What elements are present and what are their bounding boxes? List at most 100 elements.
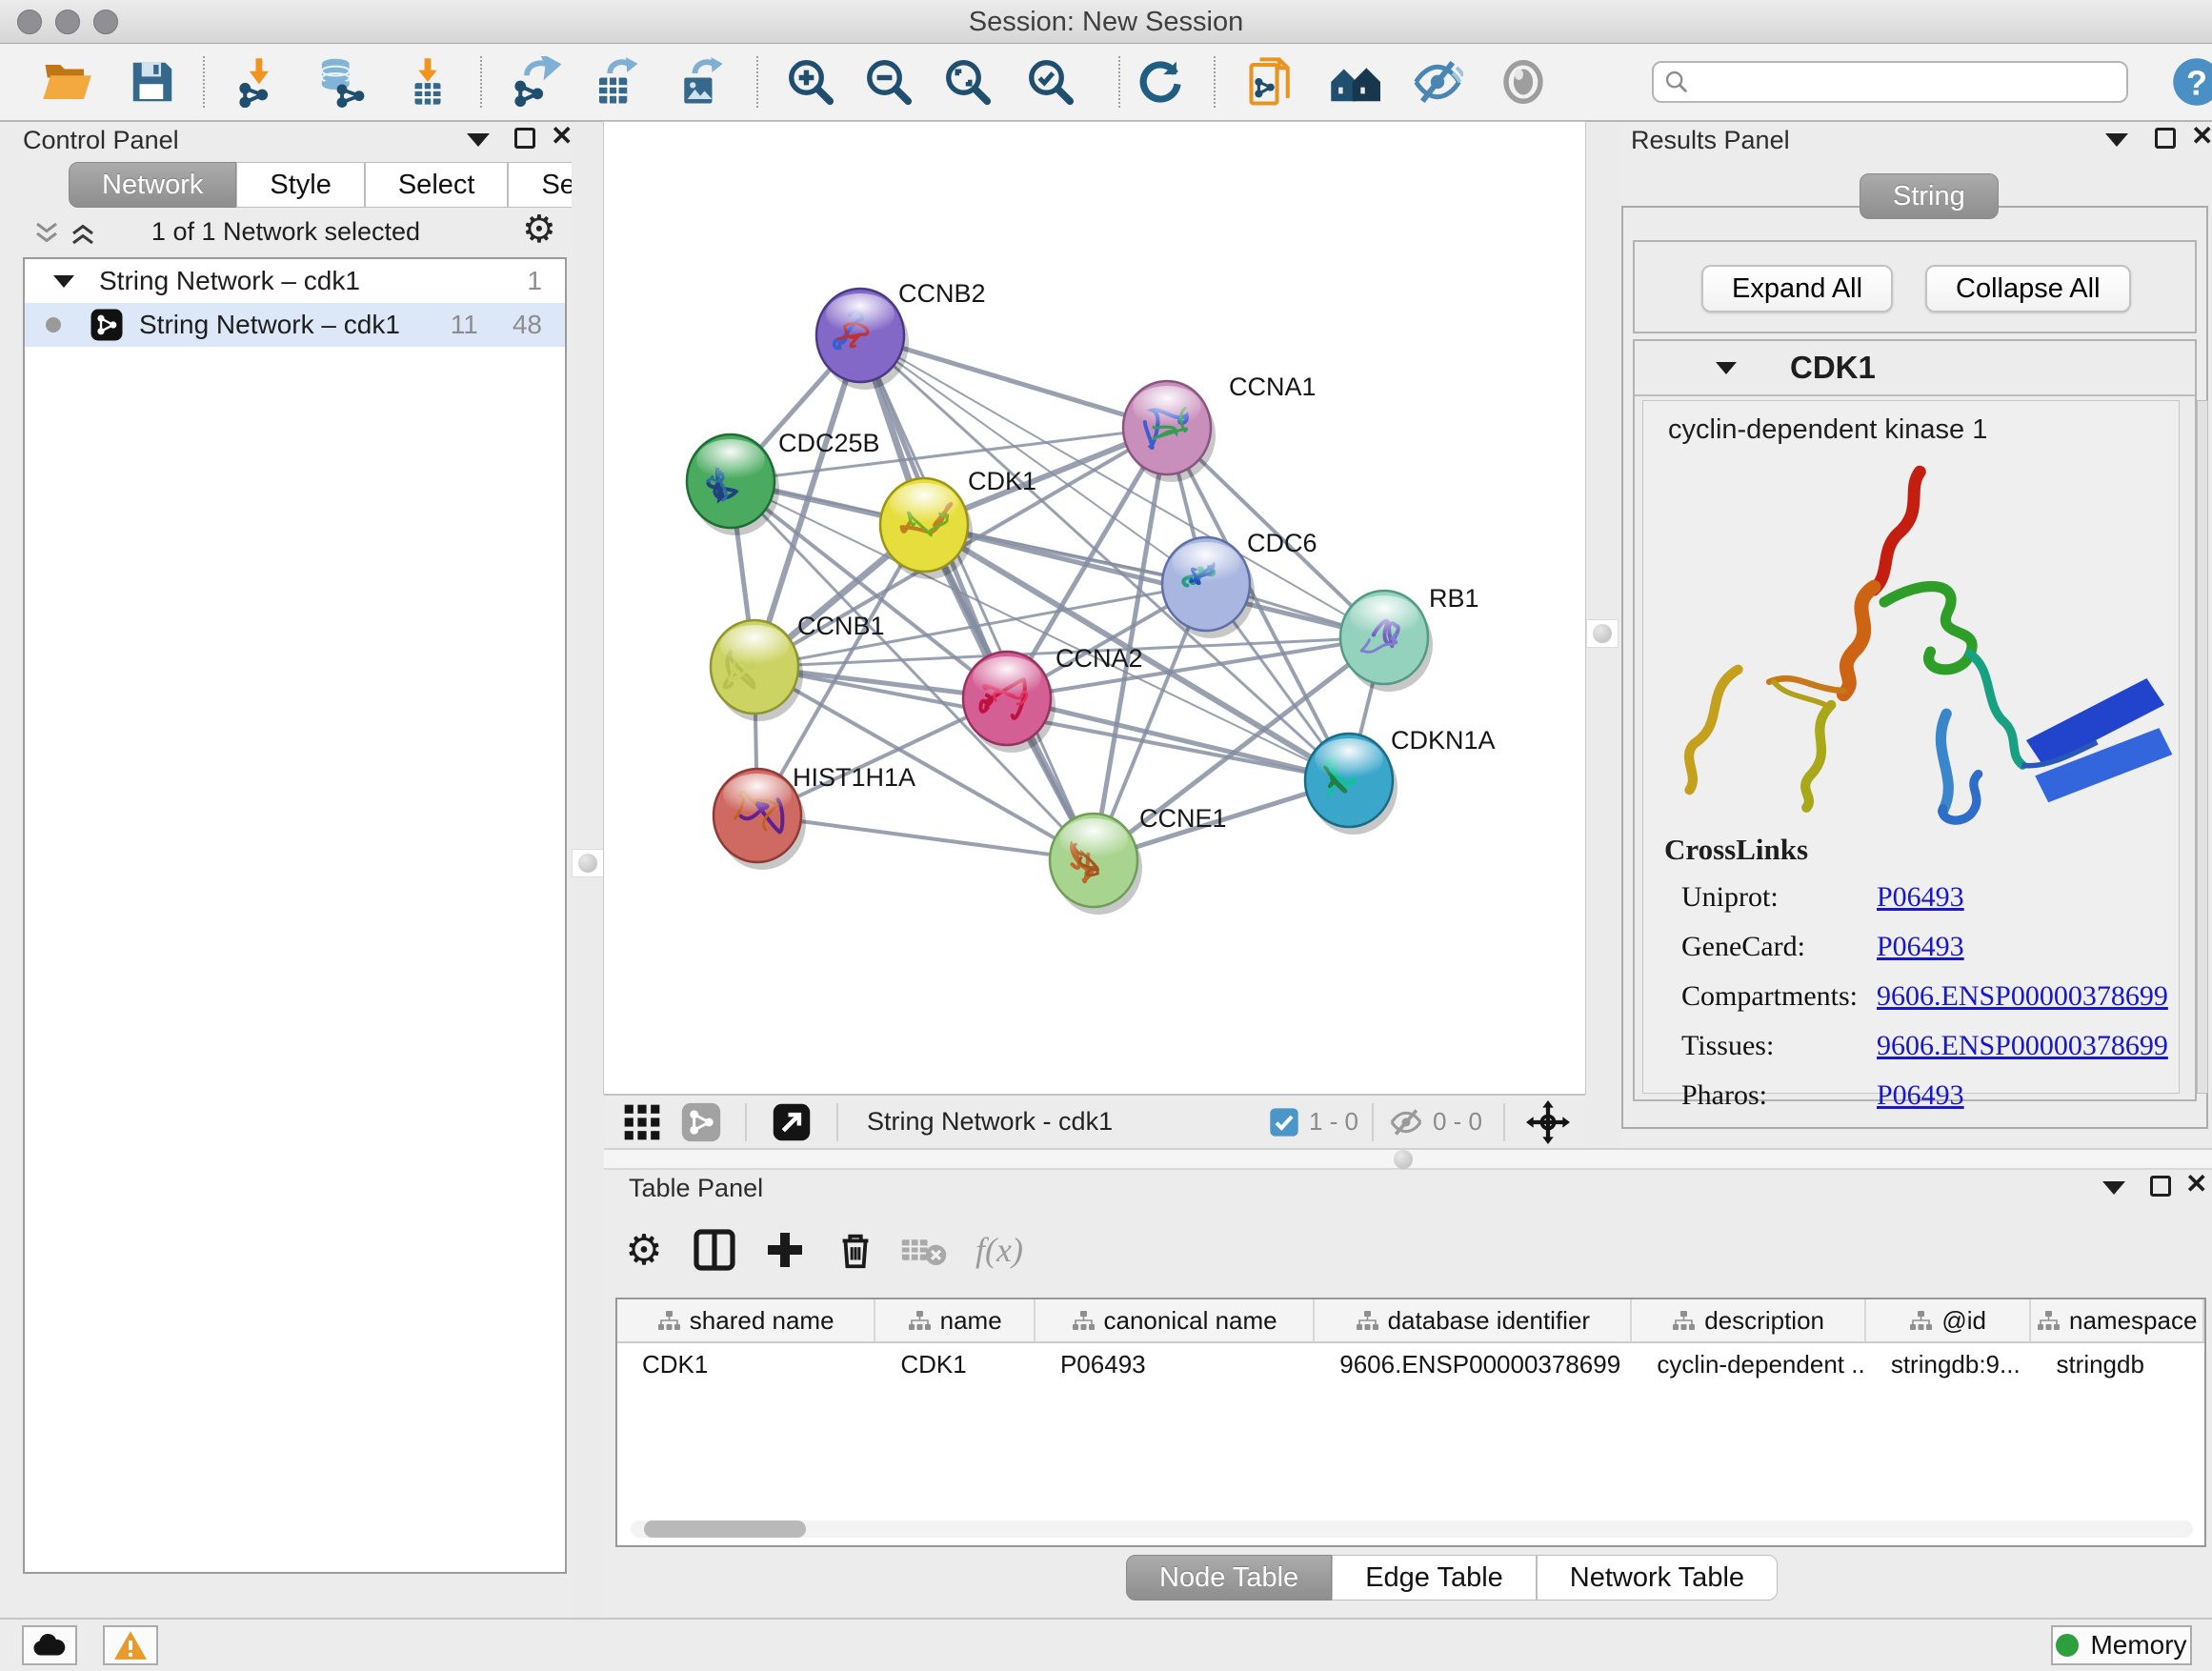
node-CCNB1[interactable]: CCNB1 bbox=[711, 612, 885, 721]
apply-layout-button[interactable] bbox=[1132, 53, 1189, 111]
import-network-from-database-button[interactable] bbox=[313, 53, 371, 111]
results-panel-menu-icon[interactable] bbox=[2105, 133, 2128, 147]
zoom-fit-button[interactable] bbox=[939, 53, 996, 111]
maximize-window-button[interactable] bbox=[93, 10, 118, 34]
node-CDKN1A[interactable]: CDKN1A bbox=[1305, 726, 1496, 835]
tab-edge-table[interactable]: Edge Table bbox=[1332, 1555, 1537, 1601]
export-table-button[interactable] bbox=[588, 53, 645, 111]
column-header-database-identifier[interactable]: database identifier bbox=[1315, 1299, 1632, 1341]
column-header-shared-name[interactable]: shared name bbox=[617, 1299, 875, 1341]
network-collection-row[interactable]: String Network – cdk1 1 bbox=[25, 259, 565, 303]
table-row[interactable]: CDK1CDK1P064939606.ENSP00000378699cyclin… bbox=[617, 1343, 2204, 1385]
save-session-button[interactable] bbox=[124, 53, 181, 111]
expand-all-icon[interactable] bbox=[69, 221, 97, 246]
grid-view-icon[interactable] bbox=[621, 1101, 663, 1143]
collapse-all-button[interactable]: Collapse All bbox=[1925, 265, 2131, 312]
column-header-id[interactable]: @id bbox=[1866, 1299, 2032, 1341]
table-cell[interactable]: stringdb:9... bbox=[1866, 1343, 2032, 1385]
delete-column-icon[interactable] bbox=[825, 1219, 886, 1280]
function-builder-icon[interactable]: f(x) bbox=[975, 1230, 1023, 1270]
open-session-button[interactable] bbox=[38, 53, 95, 111]
hidden-eye-slash-icon[interactable] bbox=[1387, 1103, 1425, 1141]
table-cell[interactable]: cyclin-dependent ... bbox=[1632, 1343, 1865, 1385]
tab-node-table[interactable]: Node Table bbox=[1126, 1555, 1332, 1601]
clone-network-button[interactable] bbox=[1244, 53, 1301, 111]
crosslink-link[interactable]: P06493 bbox=[1877, 1079, 1964, 1112]
table-hscrollbar[interactable] bbox=[631, 1520, 2193, 1538]
import-table-button[interactable] bbox=[399, 53, 456, 111]
tab-network[interactable]: Network bbox=[69, 162, 236, 208]
minimize-window-button[interactable] bbox=[55, 10, 80, 34]
results-panel-float-icon[interactable] bbox=[2155, 128, 2176, 149]
help-button[interactable]: ? bbox=[2168, 53, 2212, 111]
node-HIST1H1A[interactable]: HIST1H1A bbox=[714, 763, 915, 870]
control-panel-float-icon[interactable] bbox=[514, 128, 535, 149]
column-header-canonical-name[interactable]: canonical name bbox=[1036, 1299, 1315, 1341]
delete-table-icon[interactable] bbox=[894, 1219, 955, 1280]
table-panel-menu-icon[interactable] bbox=[2102, 1181, 2125, 1195]
left-splitter[interactable] bbox=[572, 122, 604, 1618]
table-cell[interactable]: stringdb bbox=[2031, 1343, 2204, 1385]
export-network-button[interactable] bbox=[507, 53, 564, 111]
add-column-icon[interactable] bbox=[754, 1219, 815, 1280]
warnings-button[interactable] bbox=[103, 1625, 158, 1665]
crosslink-link[interactable]: P06493 bbox=[1877, 881, 1964, 914]
close-window-button[interactable] bbox=[17, 10, 42, 34]
table-panel-close-icon[interactable]: ✕ bbox=[2185, 1174, 2207, 1195]
gear-icon[interactable]: ⚙ bbox=[522, 208, 556, 252]
right-splitter[interactable] bbox=[1585, 122, 1619, 1148]
right-splitter-handle[interactable] bbox=[1586, 619, 1619, 648]
edge-HIST1H1A-CCNE1[interactable] bbox=[757, 815, 1094, 860]
node-CDK1[interactable]: CDK1 bbox=[880, 467, 1036, 579]
export-image-button[interactable] bbox=[671, 53, 728, 111]
results-panel-close-icon[interactable]: ✕ bbox=[2191, 126, 2212, 147]
tab-style[interactable]: Style bbox=[236, 162, 364, 208]
zoom-selected-button[interactable] bbox=[1022, 53, 1079, 111]
crosslink-link[interactable]: 9606.ENSP00000378699 bbox=[1877, 980, 2168, 1013]
left-splitter-handle[interactable] bbox=[572, 849, 604, 877]
node-CCNE1[interactable]: CCNE1 bbox=[1050, 804, 1227, 915]
network-row[interactable]: String Network – cdk1 11 48 bbox=[25, 303, 565, 347]
table-cell[interactable]: 9606.ENSP00000378699 bbox=[1315, 1343, 1632, 1385]
string-home-button[interactable] bbox=[1326, 53, 1383, 111]
memory-button[interactable]: Memory bbox=[2051, 1625, 2192, 1665]
column-header-name[interactable]: name bbox=[875, 1299, 1036, 1341]
control-panel-menu-icon[interactable] bbox=[467, 133, 490, 147]
birds-eye-view-button[interactable] bbox=[1495, 53, 1552, 111]
crosslink-link[interactable]: 9606.ENSP00000378699 bbox=[1877, 1030, 2168, 1062]
table-cell[interactable]: CDK1 bbox=[875, 1343, 1036, 1385]
crosslink-link[interactable]: P06493 bbox=[1877, 931, 1964, 963]
column-header-description[interactable]: description bbox=[1632, 1299, 1865, 1341]
table-hscrollbar-thumb[interactable] bbox=[644, 1520, 806, 1538]
pan-crosshair-icon[interactable] bbox=[1526, 1100, 1570, 1144]
select-columns-icon[interactable] bbox=[684, 1219, 745, 1280]
collection-expander-icon[interactable] bbox=[53, 275, 74, 288]
zoom-in-button[interactable] bbox=[782, 53, 839, 111]
node-CDC6[interactable]: CDC6 bbox=[1162, 529, 1317, 638]
open-in-new-window-icon[interactable] bbox=[772, 1102, 812, 1142]
column-header-namespace[interactable]: namespace bbox=[2031, 1299, 2204, 1341]
node-RB1[interactable]: RB1 bbox=[1340, 584, 1479, 692]
results-scrollbar[interactable] bbox=[2197, 400, 2208, 1094]
tab-select[interactable]: Select bbox=[365, 162, 509, 208]
table-cell[interactable]: CDK1 bbox=[617, 1343, 875, 1385]
selected-checkbox-icon[interactable] bbox=[1269, 1107, 1299, 1137]
tab-network-table[interactable]: Network Table bbox=[1537, 1555, 1778, 1601]
control-panel-close-icon[interactable]: ✕ bbox=[551, 126, 573, 147]
automation-cloud-button[interactable] bbox=[22, 1625, 77, 1665]
zoom-out-button[interactable] bbox=[860, 53, 917, 111]
import-network-button[interactable] bbox=[231, 53, 289, 111]
tab-string[interactable]: String bbox=[1860, 173, 1999, 219]
collapse-all-icon[interactable] bbox=[32, 221, 61, 246]
node-CDC25B[interactable]: CDC25B bbox=[687, 429, 880, 535]
table-cell[interactable]: P06493 bbox=[1036, 1343, 1315, 1385]
network-view-icon[interactable] bbox=[680, 1101, 722, 1143]
table-panel-float-icon[interactable] bbox=[2150, 1176, 2171, 1197]
show-hide-graphics-button[interactable] bbox=[1409, 53, 1466, 111]
expand-all-button[interactable]: Expand All bbox=[1701, 265, 1893, 312]
protein-expander-icon[interactable] bbox=[1716, 362, 1737, 374]
network-canvas[interactable]: CCNB2CCNA1CDC25BCDK1CDC6RB1CCNB1CCNA2CDK… bbox=[604, 122, 1585, 1094]
search-input[interactable] bbox=[1652, 61, 2128, 103]
protein-card-header[interactable]: CDK1 bbox=[1635, 341, 2195, 396]
network-graph[interactable]: CCNB2CCNA1CDC25BCDK1CDC6RB1CCNB1CCNA2CDK… bbox=[604, 122, 1585, 1094]
